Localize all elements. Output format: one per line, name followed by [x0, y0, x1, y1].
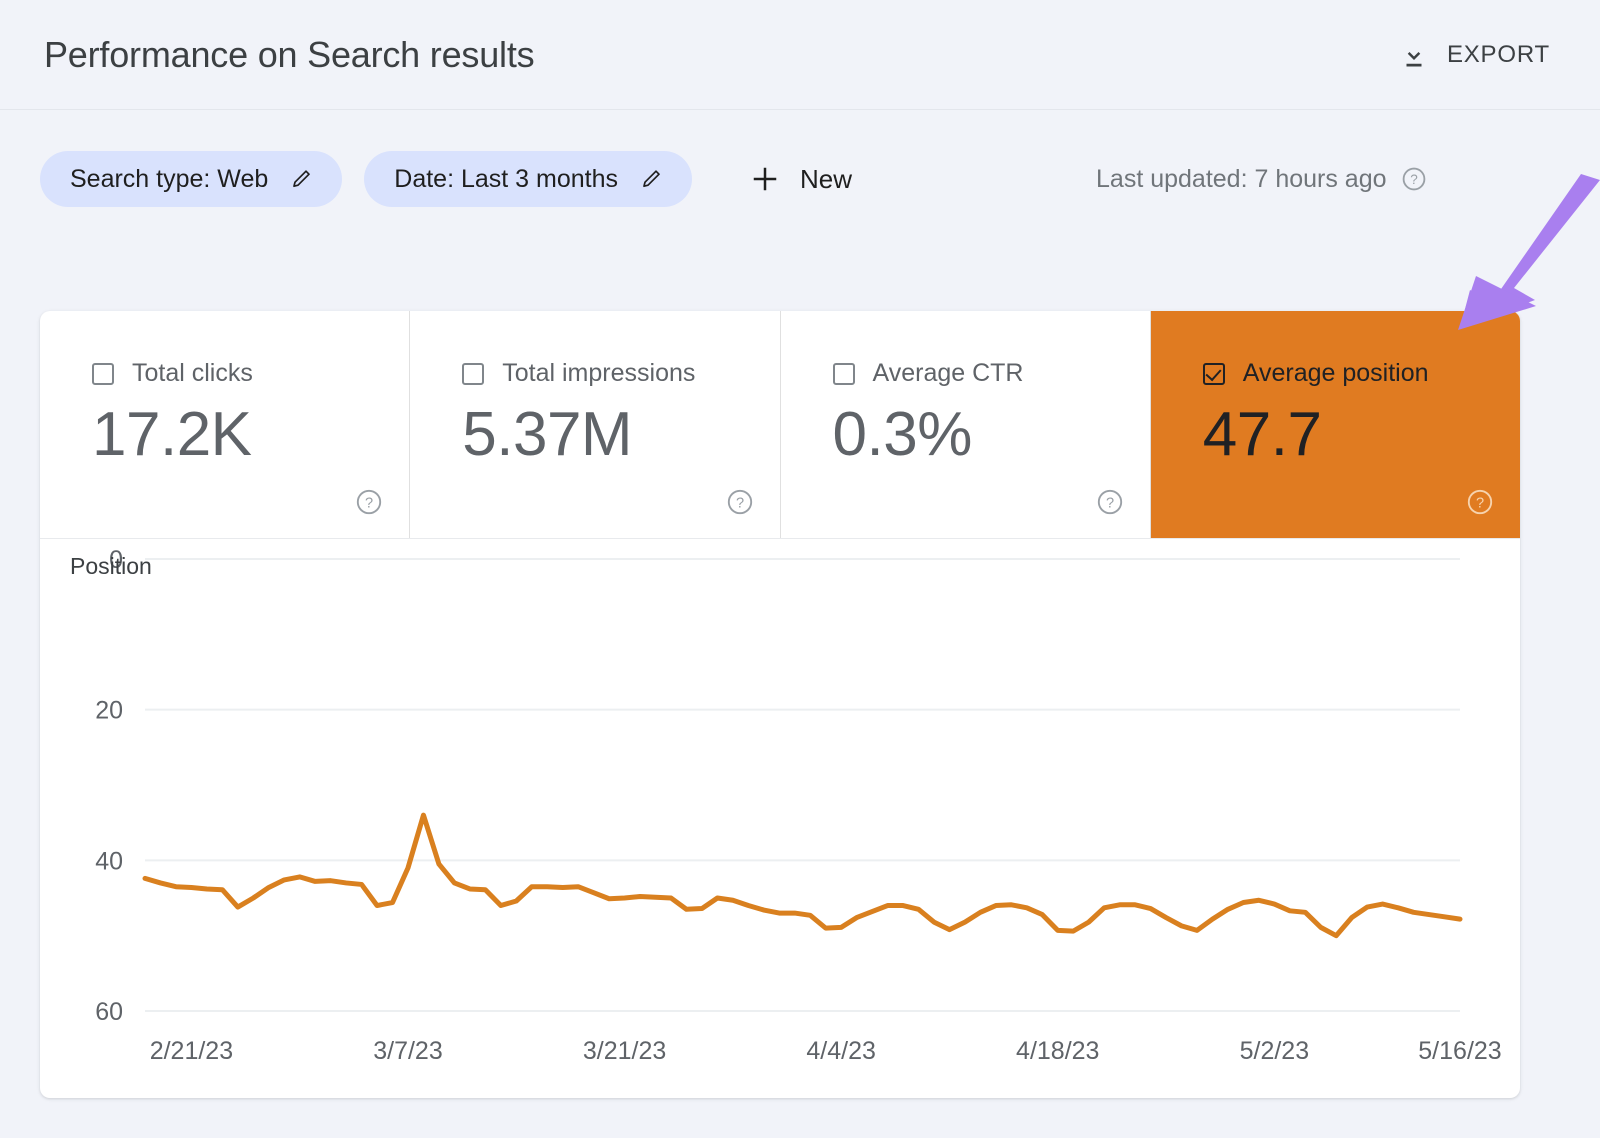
metric-total-clicks[interactable]: Total clicks 17.2K ? [40, 311, 411, 538]
help-circle-icon[interactable]: ? [355, 488, 383, 516]
checkbox-average-ctr[interactable] [832, 362, 855, 385]
help-circle-icon[interactable]: ? [726, 488, 754, 516]
last-updated: Last updated: 7 hours ago ? [1096, 165, 1427, 194]
help-circle-icon[interactable]: ? [1466, 488, 1494, 516]
page-title: Performance on Search results [44, 33, 535, 75]
svg-text:60: 60 [95, 998, 123, 1026]
checkbox-average-position[interactable] [1202, 362, 1225, 385]
svg-text:?: ? [1106, 495, 1114, 511]
download-icon [1399, 39, 1429, 71]
svg-text:2/21/23: 2/21/23 [150, 1037, 233, 1065]
metric-header: Average position [1202, 359, 1520, 388]
metric-total-impressions-label: Total impressions [502, 359, 696, 387]
svg-text:?: ? [735, 495, 743, 511]
filter-chip-search-type-label: Search type: Web [70, 164, 269, 193]
new-filter-label: New [800, 163, 853, 194]
filter-bar: Search type: Web Date: Last 3 months New… [0, 110, 1600, 248]
checkbox-total-impressions[interactable] [462, 362, 485, 385]
svg-text:20: 20 [95, 697, 123, 725]
metric-total-clicks-value: 17.2K [92, 400, 252, 469]
filter-chip-date-label: Date: Last 3 months [394, 164, 618, 193]
metric-header: Average CTR [832, 359, 1150, 388]
metric-total-impressions-value: 5.37M [462, 400, 633, 469]
metric-average-position-value: 47.7 [1202, 400, 1322, 469]
pencil-icon[interactable] [290, 167, 314, 191]
help-circle-icon[interactable]: ? [1096, 488, 1124, 516]
svg-text:?: ? [365, 495, 373, 511]
metric-tiles: Total clicks 17.2K ? Total impressions 5… [40, 311, 1520, 539]
new-filter-button[interactable]: New [736, 158, 866, 201]
pencil-icon[interactable] [640, 167, 664, 191]
svg-text:?: ? [1476, 495, 1484, 511]
metric-total-impressions[interactable]: Total impressions 5.37M ? [410, 311, 781, 538]
svg-text:5/16/23: 5/16/23 [1418, 1037, 1501, 1065]
metric-average-ctr[interactable]: Average CTR 0.3% ? [781, 311, 1151, 538]
performance-chart: Position 0 20 40 60 2/21/23 3/7/23 3/21/23 4/4/… [40, 539, 1520, 1098]
filter-chip-search-type[interactable]: Search type: Web [40, 151, 343, 207]
svg-text:3/7/23: 3/7/23 [373, 1037, 443, 1065]
checkbox-total-clicks[interactable] [92, 362, 114, 385]
metric-total-clicks-label: Total clicks [132, 359, 253, 387]
help-circle-icon[interactable]: ? [1401, 166, 1427, 192]
svg-text:?: ? [1410, 172, 1418, 187]
metric-average-position[interactable]: Average position 47.7 ? [1150, 311, 1520, 538]
export-label: EXPORT [1446, 40, 1550, 68]
page-header: Performance on Search results EXPORT [0, 0, 1600, 110]
metric-average-position-label: Average position [1242, 359, 1429, 387]
metric-header: Total clicks [92, 359, 409, 388]
svg-text:3/21/23: 3/21/23 [583, 1037, 666, 1065]
metric-average-ctr-value: 0.3% [832, 400, 973, 469]
svg-text:4/4/23: 4/4/23 [806, 1037, 876, 1065]
performance-card: Total clicks 17.2K ? Total impressions 5… [40, 311, 1520, 1098]
plus-icon [750, 164, 780, 194]
last-updated-text: Last updated: 7 hours ago [1096, 164, 1387, 193]
filter-chip-date[interactable]: Date: Last 3 months [364, 151, 692, 207]
export-button[interactable]: EXPORT [1389, 33, 1560, 77]
svg-text:4/18/23: 4/18/23 [1016, 1037, 1099, 1065]
chart-canvas[interactable]: 02040602/21/23 3/7/23 3/21/23 4/4/23 4/18/23… [40, 539, 1520, 1098]
y-axis-title: Position [70, 553, 152, 579]
metric-average-ctr-label: Average CTR [872, 359, 1024, 387]
svg-text:5/2/23: 5/2/23 [1240, 1037, 1310, 1065]
metric-header: Total impressions [462, 359, 779, 388]
svg-text:40: 40 [95, 847, 123, 875]
